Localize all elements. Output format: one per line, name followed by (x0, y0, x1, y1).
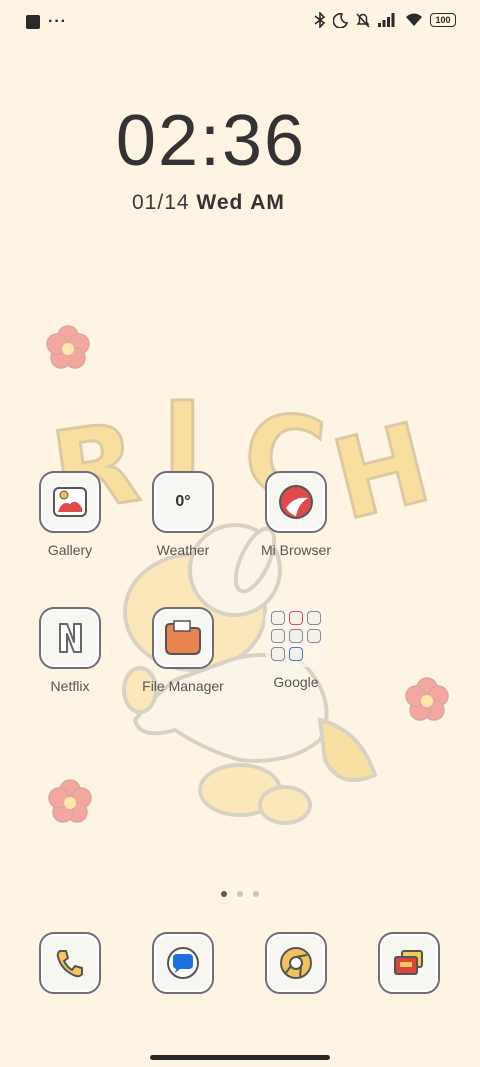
battery-indicator: 100 (430, 13, 456, 27)
bluetooth-icon (314, 12, 326, 28)
mini-app-icon (271, 647, 285, 661)
chrome-icon[interactable] (265, 932, 327, 994)
phone-icon[interactable] (39, 932, 101, 994)
app-square-icon (26, 15, 40, 29)
mini-app-icon (289, 611, 303, 625)
mini-app-icon (271, 629, 285, 643)
page-indicator (221, 891, 259, 897)
app-label: Mi Browser (260, 542, 331, 558)
mini-app-icon (271, 611, 285, 625)
cellular-signal-icon (378, 13, 395, 27)
clock-date: 01/14 Wed AM (132, 191, 285, 215)
dock-theme-store[interactable] (377, 932, 441, 994)
am-pm: AM (250, 191, 285, 214)
weather-temperature: 0° (175, 493, 191, 510)
app-label: Netflix (50, 678, 90, 694)
mini-app-icon (289, 629, 303, 643)
app-gallery[interactable]: Gallery (20, 471, 120, 558)
more-dots-icon: ··· (48, 13, 67, 30)
app-google-folder[interactable]: Google (246, 605, 346, 690)
app-weather[interactable]: 0° Weather (133, 471, 233, 558)
weekday: Wed (196, 191, 244, 214)
app-netflix[interactable]: Netflix (20, 607, 120, 694)
messages-icon[interactable] (152, 932, 214, 994)
page-dot[interactable] (237, 891, 243, 897)
do-not-disturb-moon-icon (333, 12, 348, 28)
app-file-manager[interactable]: File Manager (133, 607, 233, 694)
page-dot-active[interactable] (221, 891, 227, 897)
weather-icon[interactable]: 0° (152, 471, 214, 533)
google-folder-icon[interactable] (265, 605, 327, 667)
gallery-icon[interactable] (39, 471, 101, 533)
app-label: Weather (156, 542, 210, 558)
theme-store-icon[interactable] (378, 932, 440, 994)
dock-messages[interactable] (151, 932, 215, 994)
dock-chrome[interactable] (264, 932, 328, 994)
clock-time: 02:36 (115, 101, 307, 181)
status-bar: ··· 100 (0, 0, 480, 44)
wifi-icon (406, 13, 422, 26)
home-indicator[interactable] (150, 1055, 330, 1060)
page-dot[interactable] (253, 891, 259, 897)
dock-phone[interactable] (38, 932, 102, 994)
mute-bell-icon (356, 13, 370, 28)
mini-app-icon (289, 647, 303, 661)
netflix-icon[interactable] (39, 607, 101, 669)
app-label: File Manager (142, 678, 224, 694)
app-mi-browser[interactable]: Mi Browser (246, 471, 346, 558)
date-value: 01/14 (132, 191, 190, 214)
folder-icon[interactable] (152, 607, 214, 669)
app-label: Gallery (47, 542, 93, 558)
app-label: Google (273, 674, 319, 690)
mini-app-icon (307, 611, 321, 625)
browser-icon[interactable] (265, 471, 327, 533)
mini-app-icon (307, 629, 321, 643)
